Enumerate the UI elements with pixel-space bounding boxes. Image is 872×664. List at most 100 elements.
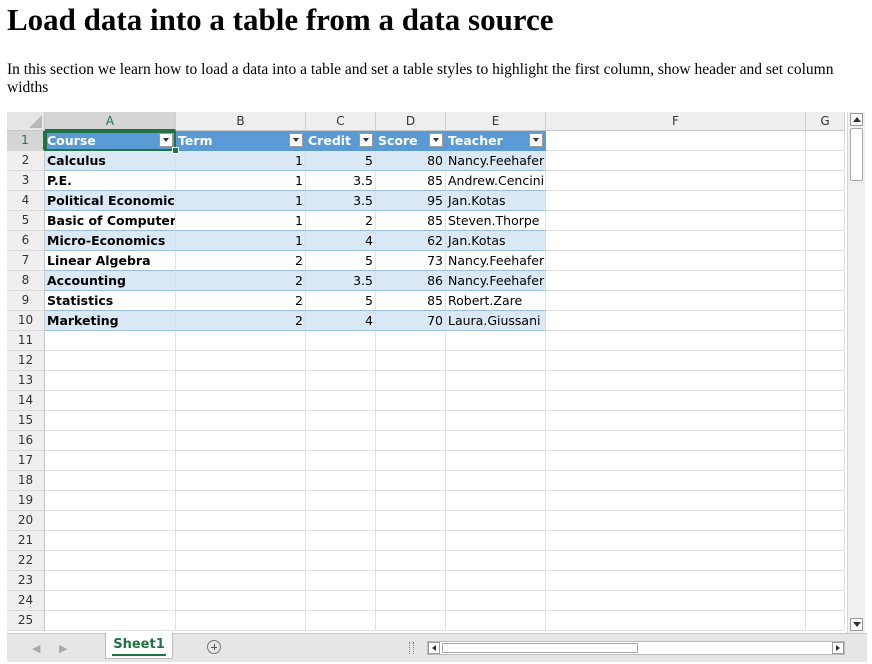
- row-header-22[interactable]: 22: [7, 551, 45, 571]
- empty-cell[interactable]: [806, 151, 845, 171]
- empty-cell[interactable]: [546, 611, 806, 631]
- horizontal-scrollbar[interactable]: [427, 641, 845, 655]
- table-header-term[interactable]: Term: [176, 131, 306, 151]
- row-header-5[interactable]: 5: [7, 211, 45, 231]
- table-cell[interactable]: Laura.Giussani: [446, 311, 546, 331]
- row-header-13[interactable]: 13: [7, 371, 45, 391]
- table-cell[interactable]: 3.5: [306, 271, 376, 291]
- empty-cell[interactable]: [806, 431, 845, 451]
- empty-cell[interactable]: [306, 331, 376, 351]
- empty-cell[interactable]: [546, 511, 806, 531]
- column-header-b[interactable]: B: [176, 112, 306, 131]
- empty-cell[interactable]: [176, 371, 306, 391]
- table-cell[interactable]: Jan.Kotas: [446, 231, 546, 251]
- table-cell[interactable]: 5: [306, 291, 376, 311]
- row-header-14[interactable]: 14: [7, 391, 45, 411]
- empty-cell[interactable]: [546, 451, 806, 471]
- empty-cell[interactable]: [45, 431, 176, 451]
- empty-cell[interactable]: [806, 291, 845, 311]
- table-cell[interactable]: Calculus: [45, 151, 176, 171]
- table-cell[interactable]: 3.5: [306, 171, 376, 191]
- empty-cell[interactable]: [546, 271, 806, 291]
- empty-cell[interactable]: [306, 571, 376, 591]
- empty-cell[interactable]: [546, 551, 806, 571]
- empty-cell[interactable]: [546, 251, 806, 271]
- empty-cell[interactable]: [446, 611, 546, 631]
- table-cell[interactable]: 80: [376, 151, 446, 171]
- empty-cell[interactable]: [376, 591, 446, 611]
- empty-cell[interactable]: [806, 251, 845, 271]
- scroll-up-icon[interactable]: [850, 113, 863, 126]
- empty-cell[interactable]: [546, 351, 806, 371]
- empty-cell[interactable]: [176, 591, 306, 611]
- table-cell[interactable]: 85: [376, 291, 446, 311]
- empty-cell[interactable]: [176, 351, 306, 371]
- row-header-16[interactable]: 16: [7, 431, 45, 451]
- empty-cell[interactable]: [446, 391, 546, 411]
- table-cell[interactable]: Robert.Zare: [446, 291, 546, 311]
- table-cell[interactable]: Linear Algebra: [45, 251, 176, 271]
- empty-cell[interactable]: [546, 571, 806, 591]
- row-header-3[interactable]: 3: [7, 171, 45, 191]
- row-header-11[interactable]: 11: [7, 331, 45, 351]
- empty-cell[interactable]: [306, 411, 376, 431]
- empty-cell[interactable]: [446, 351, 546, 371]
- empty-cell[interactable]: [446, 411, 546, 431]
- empty-cell[interactable]: [806, 571, 845, 591]
- tab-splitter-icon[interactable]: [409, 642, 414, 654]
- row-header-18[interactable]: 18: [7, 471, 45, 491]
- vertical-scrollbar[interactable]: [847, 112, 865, 633]
- row-header-12[interactable]: 12: [7, 351, 45, 371]
- empty-cell[interactable]: [45, 511, 176, 531]
- empty-cell[interactable]: [806, 511, 845, 531]
- table-cell[interactable]: 1: [176, 151, 306, 171]
- table-cell[interactable]: Andrew.Cencini: [446, 171, 546, 191]
- table-cell[interactable]: Basic of Computer: [45, 211, 176, 231]
- empty-cell[interactable]: [546, 331, 806, 351]
- empty-cell[interactable]: [806, 311, 845, 331]
- empty-cell[interactable]: [546, 391, 806, 411]
- empty-cell[interactable]: [376, 331, 446, 351]
- empty-cell[interactable]: [45, 591, 176, 611]
- empty-cell[interactable]: [806, 471, 845, 491]
- table-header-course[interactable]: Course: [45, 131, 176, 151]
- row-header-4[interactable]: 4: [7, 191, 45, 211]
- empty-cell[interactable]: [306, 371, 376, 391]
- empty-cell[interactable]: [446, 531, 546, 551]
- empty-cell[interactable]: [446, 371, 546, 391]
- fill-handle[interactable]: [172, 147, 179, 154]
- empty-cell[interactable]: [546, 151, 806, 171]
- table-cell[interactable]: 1: [176, 231, 306, 251]
- scroll-down-icon[interactable]: [850, 618, 863, 631]
- filter-dropdown-icon[interactable]: [159, 133, 173, 147]
- table-cell[interactable]: 4: [306, 311, 376, 331]
- column-header-f[interactable]: F: [546, 112, 806, 131]
- vertical-scroll-thumb[interactable]: [850, 128, 863, 181]
- empty-cell[interactable]: [546, 491, 806, 511]
- empty-cell[interactable]: [806, 591, 845, 611]
- row-header-15[interactable]: 15: [7, 411, 45, 431]
- row-header-10[interactable]: 10: [7, 311, 45, 331]
- empty-cell[interactable]: [306, 471, 376, 491]
- table-cell[interactable]: 4: [306, 231, 376, 251]
- empty-cell[interactable]: [306, 391, 376, 411]
- empty-cell[interactable]: [376, 451, 446, 471]
- column-header-d[interactable]: D: [376, 112, 446, 131]
- empty-cell[interactable]: [306, 431, 376, 451]
- empty-cell[interactable]: [176, 551, 306, 571]
- empty-cell[interactable]: [446, 571, 546, 591]
- table-cell[interactable]: Steven.Thorpe: [446, 211, 546, 231]
- empty-cell[interactable]: [376, 431, 446, 451]
- spreadsheet[interactable]: ABCDEFG 1 2 3 4 5 6 7 8 9 10 11 12 13 14 15 16 17 18 19 20 2…: [7, 112, 867, 662]
- scroll-right-icon[interactable]: [832, 642, 844, 654]
- table-cell[interactable]: 62: [376, 231, 446, 251]
- empty-cell[interactable]: [806, 551, 845, 571]
- table-cell[interactable]: 5: [306, 251, 376, 271]
- empty-cell[interactable]: [176, 331, 306, 351]
- table-header-score[interactable]: Score: [376, 131, 446, 151]
- next-sheet-icon[interactable]: ▶: [59, 642, 67, 655]
- empty-cell[interactable]: [546, 411, 806, 431]
- empty-cell[interactable]: [446, 431, 546, 451]
- empty-cell[interactable]: [376, 391, 446, 411]
- row-header-20[interactable]: 20: [7, 511, 45, 531]
